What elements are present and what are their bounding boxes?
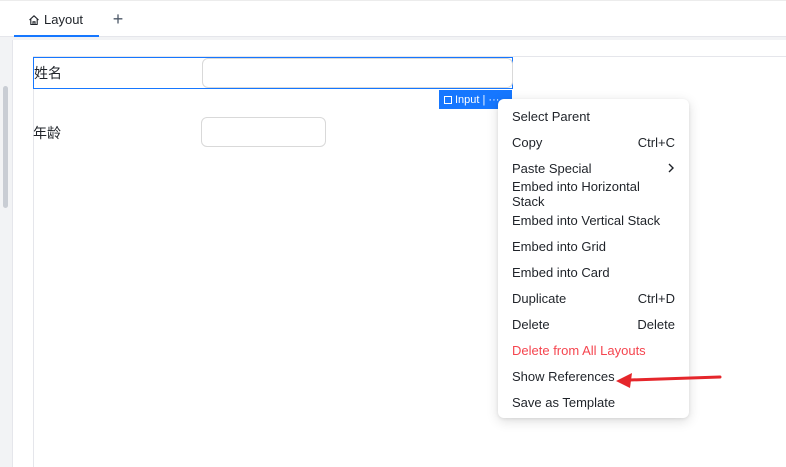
menu-item-delete-from-all-layouts[interactable]: Delete from All Layouts [498,337,689,363]
tab-layout[interactable]: Layout [14,4,99,37]
menu-item-embed-vertical-stack[interactable]: Embed into Vertical Stack [498,207,689,233]
menu-item-copy[interactable]: Copy Ctrl+C [498,129,689,155]
age-label: 年龄 [33,125,61,141]
tab-bar: Layout + [0,0,786,37]
age-input[interactable] [201,117,326,147]
menu-item-embed-grid[interactable]: Embed into Grid [498,233,689,259]
delete-shortcut: Delete [637,316,675,332]
component-icon [444,95,452,104]
form-row-age[interactable]: 年龄 [33,117,513,149]
selection-tag-label: Input | ··· [455,93,500,106]
name-label: 姓名 [34,65,62,81]
menu-item-embed-horizontal-stack[interactable]: Embed into Horizontal Stack [498,179,689,209]
menu-item-duplicate[interactable]: Duplicate Ctrl+D [498,285,689,311]
menu-item-paste-special[interactable]: Paste Special [498,155,689,181]
name-input[interactable] [202,58,513,88]
form-row-name[interactable]: 姓名 [33,57,513,89]
menu-item-select-parent[interactable]: Select Parent [498,103,689,129]
vertical-scrollbar[interactable] [3,86,8,208]
menu-item-delete[interactable]: Delete Delete [498,311,689,337]
tab-label: Layout [44,12,84,27]
home-icon [29,14,39,25]
menu-item-save-as-template[interactable]: Save as Template [498,389,689,415]
red-arrow-icon [616,373,722,388]
copy-shortcut: Ctrl+C [637,134,675,150]
chevron-right-icon [668,163,674,173]
add-tab-button[interactable]: + [108,8,128,30]
menu-item-embed-card[interactable]: Embed into Card [498,259,689,285]
duplicate-shortcut: Ctrl+D [637,290,675,306]
